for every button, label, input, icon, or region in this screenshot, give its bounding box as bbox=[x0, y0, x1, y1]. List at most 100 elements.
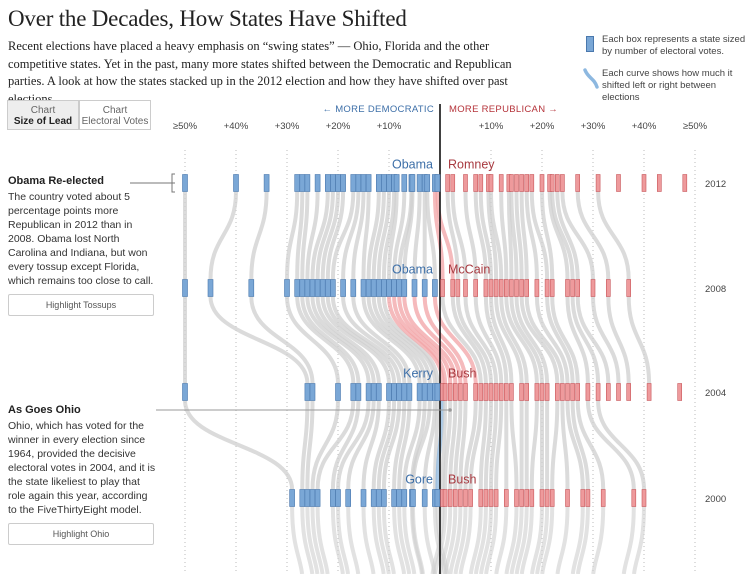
shift-curve bbox=[410, 506, 425, 574]
rep-state-box bbox=[514, 489, 519, 507]
dem-state-box bbox=[375, 174, 382, 192]
shift-curve bbox=[555, 506, 570, 574]
dem-state-box bbox=[396, 383, 403, 401]
dem-state-box bbox=[396, 489, 403, 507]
dem-state-box bbox=[391, 383, 397, 401]
dem-state-box bbox=[263, 174, 270, 192]
shift-curve bbox=[208, 191, 238, 280]
dem-state-box bbox=[335, 174, 341, 192]
obama-reelected-heading: Obama Re-elected bbox=[8, 175, 104, 187]
dem-state-box bbox=[375, 279, 382, 297]
rep-state-box bbox=[519, 174, 524, 192]
ohio-annotation-dot bbox=[448, 408, 452, 412]
rep-state-box bbox=[544, 383, 550, 401]
rep-state-box bbox=[590, 279, 596, 297]
rep-state-box bbox=[442, 489, 448, 507]
as-goes-ohio-note: As Goes Ohio Ohio, which has voted for t… bbox=[8, 404, 156, 545]
dem-state-box bbox=[182, 174, 188, 192]
tick-rep-10: +10% bbox=[478, 121, 504, 132]
dem-state-box bbox=[434, 489, 441, 507]
more-republican-label: MORE REPUBLICAN → bbox=[449, 104, 559, 115]
rep-state-box bbox=[463, 383, 468, 401]
dem-state-box bbox=[381, 279, 387, 297]
rep-state-box bbox=[483, 489, 489, 507]
axis-header: ← MORE DEMOCRATIC MORE REPUBLICAN → ≥50%… bbox=[0, 100, 750, 140]
shift-curve bbox=[249, 191, 269, 280]
rep-state-box bbox=[478, 174, 484, 192]
rep-state-box bbox=[534, 279, 540, 297]
dem-state-box bbox=[426, 383, 433, 401]
rep-state-box bbox=[529, 174, 535, 192]
dem-state-box bbox=[375, 489, 382, 507]
rep-state-box bbox=[519, 279, 524, 297]
rep-state-box bbox=[524, 174, 530, 192]
dem-state-box bbox=[421, 383, 428, 401]
dem-state-box bbox=[375, 383, 382, 401]
dem-state-box bbox=[386, 383, 392, 401]
rep-state-box bbox=[503, 383, 509, 401]
rep-state-box bbox=[539, 383, 545, 401]
rep-state-box bbox=[483, 383, 489, 401]
dem-state-box bbox=[396, 279, 403, 297]
as-goes-ohio-text: Ohio, which has voted for the winner in … bbox=[8, 420, 156, 516]
dem-state-box bbox=[309, 279, 316, 297]
dem-state-box bbox=[421, 279, 428, 297]
dem-state-box bbox=[401, 174, 408, 192]
dem-state-box bbox=[424, 174, 431, 192]
rep-state-box bbox=[626, 279, 632, 297]
rep-state-box bbox=[656, 174, 662, 192]
dem-state-box bbox=[340, 279, 346, 297]
rep-state-box bbox=[570, 383, 575, 401]
dem-state-box bbox=[360, 489, 367, 507]
tick-dem-20: +20% bbox=[325, 121, 351, 132]
tick-dem-40: +40% bbox=[223, 121, 249, 132]
tick-rep-20: +20% bbox=[529, 121, 555, 132]
rep-state-box bbox=[539, 489, 545, 507]
rep-state-box bbox=[554, 174, 560, 192]
tick-dem-30: +30% bbox=[274, 121, 300, 132]
tick-dem-10: +10% bbox=[376, 121, 402, 132]
rep-state-box bbox=[646, 383, 652, 401]
dem-state-box bbox=[391, 489, 397, 507]
shift-curve bbox=[529, 400, 539, 490]
tick-rep-30: +30% bbox=[580, 121, 606, 132]
dem-state-box bbox=[207, 279, 214, 297]
highlight-ohio-button[interactable]: Highlight Ohio bbox=[8, 523, 154, 545]
dem-state-box bbox=[393, 174, 400, 192]
rep-state-box bbox=[468, 489, 473, 507]
shift-curve bbox=[346, 506, 361, 574]
rep-state-box bbox=[677, 383, 683, 401]
rep-state-box bbox=[455, 279, 461, 297]
rep-state-box bbox=[488, 489, 494, 507]
dem-state-box bbox=[401, 489, 408, 507]
dem-state-box bbox=[304, 174, 311, 192]
dem-state-box bbox=[324, 279, 331, 297]
as-goes-ohio-heading: As Goes Ohio bbox=[8, 404, 81, 416]
rep-state-box bbox=[554, 383, 560, 401]
rep-state-box bbox=[473, 383, 479, 401]
rep-state-box bbox=[493, 489, 499, 507]
highlight-tossups-button[interactable]: Highlight Tossups bbox=[8, 294, 154, 316]
dem-state-box bbox=[411, 279, 418, 297]
rep-state-box bbox=[493, 279, 499, 297]
dem-state-box bbox=[360, 279, 367, 297]
shift-curve bbox=[585, 400, 636, 490]
rep-state-box bbox=[641, 489, 647, 507]
rep-state-box bbox=[514, 279, 519, 297]
dem-candidate-label: Obama bbox=[392, 158, 433, 172]
rep-state-box bbox=[498, 279, 504, 297]
dem-state-box bbox=[345, 489, 352, 507]
rep-state-box bbox=[631, 489, 637, 507]
dem-state-box bbox=[314, 489, 321, 507]
dem-state-box bbox=[355, 174, 362, 192]
dem-candidate-label: Gore bbox=[405, 473, 433, 487]
dem-state-box bbox=[434, 174, 441, 192]
shift-curve bbox=[509, 400, 519, 490]
shift-curve bbox=[183, 400, 295, 490]
rep-state-box bbox=[488, 279, 494, 297]
rep-state-box bbox=[445, 174, 450, 192]
rep-state-box bbox=[519, 489, 524, 507]
dem-state-box bbox=[182, 383, 188, 401]
dem-state-box bbox=[350, 174, 357, 192]
rep-state-box bbox=[549, 174, 555, 192]
